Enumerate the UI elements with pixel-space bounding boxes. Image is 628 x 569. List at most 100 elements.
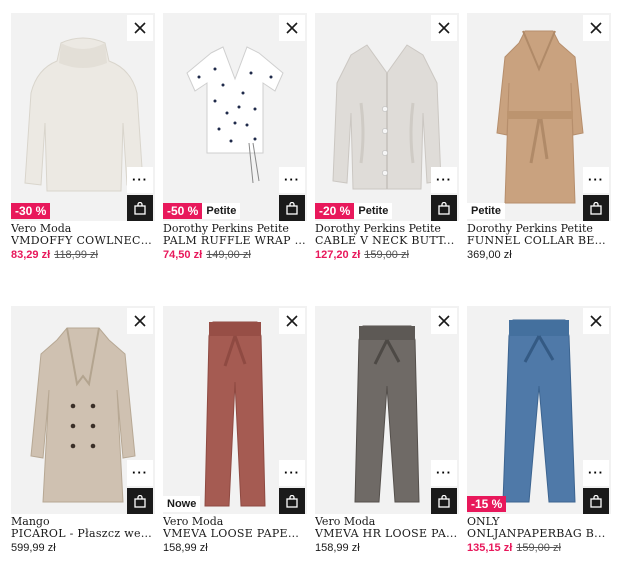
shopping-bag-icon <box>134 494 146 508</box>
product-image[interactable]: ··· <box>315 306 459 514</box>
more-dots-icon: ··· <box>588 465 604 480</box>
product-name[interactable]: VMEVA HR LOOSE PA... <box>315 528 459 540</box>
close-icon <box>286 315 298 327</box>
current-price: 83,29 zł <box>11 249 51 261</box>
product-brand[interactable]: Vero Moda <box>11 223 155 235</box>
add-to-bag-button[interactable] <box>431 488 457 514</box>
product-brand[interactable]: Dorothy Perkins Petite <box>467 223 611 235</box>
shopping-bag-icon <box>590 494 602 508</box>
product-image[interactable]: ··· <box>11 306 155 514</box>
product-price: 158,99 zł <box>163 540 307 556</box>
close-icon <box>438 315 450 327</box>
shopping-bag-icon <box>286 494 298 508</box>
more-options-button[interactable]: ··· <box>583 460 609 486</box>
close-icon <box>134 22 146 34</box>
badges: Nowe <box>163 496 201 512</box>
size-badge: Petite <box>354 203 393 219</box>
remove-button[interactable] <box>431 308 457 334</box>
product-card[interactable]: ··· -15 % ONLY ONLJANPAPERBAG B... 135,1… <box>467 306 611 556</box>
add-to-bag-button[interactable] <box>431 195 457 221</box>
more-dots-icon: ··· <box>588 172 604 187</box>
current-price: 158,99 zł <box>315 542 360 554</box>
product-image[interactable]: ··· -15 % <box>467 306 611 514</box>
shopping-bag-icon <box>134 201 146 215</box>
current-price: 158,99 zł <box>163 542 208 554</box>
shopping-bag-icon <box>590 201 602 215</box>
more-options-button[interactable]: ··· <box>279 460 305 486</box>
product-name[interactable]: PALM RUFFLE WRAP - ... <box>163 235 307 247</box>
product-card[interactable]: ··· Vero Moda VMEVA HR LOOSE PA... 158,9… <box>315 306 459 556</box>
badges: -30 % <box>11 203 51 219</box>
remove-button[interactable] <box>583 308 609 334</box>
product-brand[interactable]: Vero Moda <box>315 516 459 528</box>
more-options-button[interactable]: ··· <box>431 167 457 193</box>
remove-button[interactable] <box>279 15 305 41</box>
original-price: 159,00 zł <box>516 542 561 554</box>
close-icon <box>590 22 602 34</box>
product-brand[interactable]: Dorothy Perkins Petite <box>163 223 307 235</box>
badges: -50 % Petite <box>163 203 241 219</box>
original-price: 118,99 zł <box>54 249 98 261</box>
product-brand[interactable]: ONLY <box>467 516 611 528</box>
product-price: 369,00 zł <box>467 247 611 263</box>
close-icon <box>590 315 602 327</box>
more-dots-icon: ··· <box>436 465 452 480</box>
product-price: 83,29 zł 118,99 zł <box>11 247 155 263</box>
close-icon <box>438 22 450 34</box>
discount-badge: -15 % <box>467 496 507 512</box>
product-name[interactable]: FUNNEL COLLAR BEL... <box>467 235 611 247</box>
original-price: 159,00 zł <box>364 249 409 261</box>
product-card[interactable]: ··· -50 % Petite Dorothy Perkins Petite … <box>163 13 307 263</box>
more-options-button[interactable]: ··· <box>279 167 305 193</box>
more-options-button[interactable]: ··· <box>127 460 153 486</box>
product-brand[interactable]: Mango <box>11 516 155 528</box>
product-card[interactable]: ··· Nowe Vero Moda VMEVA LOOSE PAPER... … <box>163 306 307 556</box>
product-brand[interactable]: Vero Moda <box>163 516 307 528</box>
product-card[interactable]: ··· Mango PICAROL - Płaszcz weł... 599,9… <box>11 306 155 556</box>
remove-button[interactable] <box>583 15 609 41</box>
product-card[interactable]: ··· -20 % Petite Dorothy Perkins Petite … <box>315 13 459 263</box>
shopping-bag-icon <box>438 201 450 215</box>
shopping-bag-icon <box>286 201 298 215</box>
badges: Petite <box>467 203 505 219</box>
product-name[interactable]: ONLJANPAPERBAG B... <box>467 528 611 540</box>
badges: -15 % <box>467 496 507 512</box>
product-image[interactable]: ··· Nowe <box>163 306 307 514</box>
shopping-bag-icon <box>438 494 450 508</box>
discount-badge: -50 % <box>163 203 203 219</box>
more-dots-icon: ··· <box>436 172 452 187</box>
product-name[interactable]: VMEVA LOOSE PAPER... <box>163 528 307 540</box>
current-price: 599,99 zł <box>11 542 56 554</box>
product-card[interactable]: ··· Petite Dorothy Perkins Petite FUNNEL… <box>467 13 611 263</box>
product-card[interactable]: ··· -30 % Vero Moda VMDOFFY COWLNECK... … <box>11 13 155 263</box>
remove-button[interactable] <box>279 308 305 334</box>
add-to-bag-button[interactable] <box>279 195 305 221</box>
remove-button[interactable] <box>127 15 153 41</box>
more-dots-icon: ··· <box>132 172 148 187</box>
size-badge: Petite <box>202 203 241 219</box>
more-options-button[interactable]: ··· <box>431 460 457 486</box>
remove-button[interactable] <box>431 15 457 41</box>
add-to-bag-button[interactable] <box>127 488 153 514</box>
product-image[interactable]: ··· -50 % Petite <box>163 13 307 221</box>
product-image[interactable]: ··· Petite <box>467 13 611 221</box>
product-name[interactable]: PICAROL - Płaszcz weł... <box>11 528 155 540</box>
product-image[interactable]: ··· -30 % <box>11 13 155 221</box>
product-name[interactable]: VMDOFFY COWLNECK... <box>11 235 155 247</box>
discount-badge: -20 % <box>315 203 355 219</box>
add-to-bag-button[interactable] <box>279 488 305 514</box>
product-image[interactable]: ··· -20 % Petite <box>315 13 459 221</box>
size-badge: Petite <box>467 203 505 219</box>
remove-button[interactable] <box>127 308 153 334</box>
badges: -20 % Petite <box>315 203 393 219</box>
more-options-button[interactable]: ··· <box>583 167 609 193</box>
product-name[interactable]: CABLE V NECK BUTT... <box>315 235 459 247</box>
more-options-button[interactable]: ··· <box>127 167 153 193</box>
product-price: 135,15 zł 159,00 zł <box>467 540 611 556</box>
current-price: 127,20 zł <box>315 249 361 261</box>
add-to-bag-button[interactable] <box>127 195 153 221</box>
product-brand[interactable]: Dorothy Perkins Petite <box>315 223 459 235</box>
product-price: 74,50 zł 149,00 zł <box>163 247 307 263</box>
add-to-bag-button[interactable] <box>583 488 609 514</box>
add-to-bag-button[interactable] <box>583 195 609 221</box>
